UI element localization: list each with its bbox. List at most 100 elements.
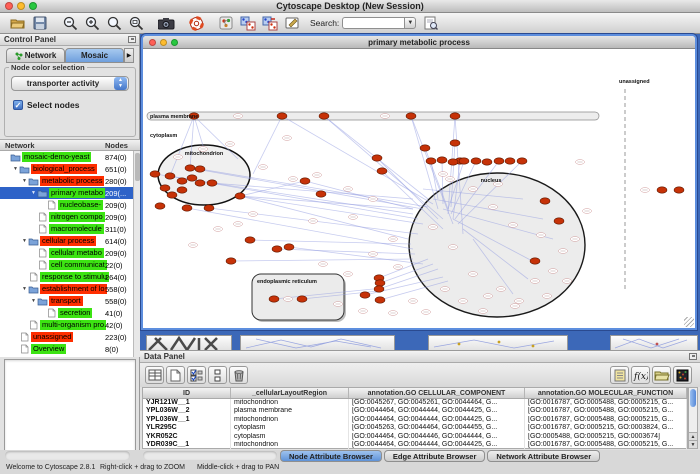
network-node[interactable] xyxy=(297,296,307,302)
network-node[interactable] xyxy=(420,145,430,151)
network-node[interactable] xyxy=(235,193,245,199)
expander-icon[interactable]: ▼ xyxy=(30,298,37,304)
expander-icon[interactable]: ▼ xyxy=(12,166,19,172)
tree-row[interactable]: Overview8(0) xyxy=(0,343,133,355)
tab-network[interactable]: Network xyxy=(6,48,65,63)
network-node[interactable] xyxy=(284,244,294,250)
expander-icon[interactable]: ▼ xyxy=(21,178,28,184)
background-window[interactable] xyxy=(610,335,698,351)
tree-row[interactable]: mosaic-demo-yeast874(0) xyxy=(0,151,133,163)
tree-row[interactable]: response to stimulu264(0) xyxy=(0,271,133,283)
network-node[interactable] xyxy=(372,155,382,161)
scroll-up-button[interactable]: ▲ xyxy=(689,432,697,440)
column-header[interactable]: _cellularLayoutRegion xyxy=(231,388,349,398)
attribute-table-button[interactable] xyxy=(145,366,164,384)
network-node[interactable] xyxy=(505,158,515,164)
notes-button[interactable] xyxy=(610,366,629,384)
network-node[interactable] xyxy=(375,280,385,286)
network-node[interactable] xyxy=(448,159,458,165)
tree-row[interactable]: ▼biological_process651(0) xyxy=(0,163,133,175)
network-node[interactable] xyxy=(375,297,385,303)
attribute-table-header[interactable]: ID_cellularLayoutRegionannotation.GO CEL… xyxy=(143,388,687,399)
network-node[interactable] xyxy=(167,192,177,198)
network-node[interactable] xyxy=(187,175,197,181)
network-node[interactable] xyxy=(540,198,550,204)
network-node[interactable] xyxy=(226,258,236,264)
network-node[interactable] xyxy=(674,187,684,193)
network-node[interactable] xyxy=(426,158,436,164)
network-canvas[interactable]: plasma membranecytoplasmmitochondrionnuc… xyxy=(143,49,695,328)
network-node[interactable] xyxy=(319,113,329,119)
save-session-button[interactable] xyxy=(30,14,50,32)
column-header[interactable]: ID xyxy=(143,388,231,398)
network-edge[interactable] xyxy=(250,240,411,244)
open-file-button[interactable] xyxy=(8,14,28,32)
network-node[interactable] xyxy=(204,205,214,211)
tree-row[interactable]: cellular metabo209(0) xyxy=(0,247,133,259)
background-window[interactable] xyxy=(240,335,395,351)
tree-row[interactable]: nucleobase-209(0) xyxy=(0,199,133,211)
tree-row[interactable]: cell communicat22(0) xyxy=(0,259,133,271)
resize-grip[interactable] xyxy=(684,317,694,327)
attribute-browser-tab[interactable]: Network Attribute Browser xyxy=(487,450,600,462)
network-node[interactable] xyxy=(437,157,447,163)
network-edge[interactable] xyxy=(289,247,423,264)
network-node[interactable] xyxy=(374,286,384,292)
float-panel-icon[interactable] xyxy=(128,36,136,43)
delete-attribute-button[interactable] xyxy=(229,366,248,384)
float-panel-icon[interactable] xyxy=(689,353,697,360)
tree-row[interactable]: ▼cellular process614(0) xyxy=(0,235,133,247)
create-view-button[interactable] xyxy=(238,14,258,32)
tree-row[interactable]: macromolecule311(0) xyxy=(0,223,133,235)
network-node[interactable] xyxy=(269,296,279,302)
network-view-window[interactable]: primary metabolic process plasma membran… xyxy=(141,34,697,330)
network-node[interactable] xyxy=(245,237,255,243)
background-window[interactable] xyxy=(428,335,568,351)
tree-row[interactable]: nitrogen compo209(0) xyxy=(0,211,133,223)
search-dropdown-button[interactable]: ▼ xyxy=(404,17,416,29)
tab-overflow-button[interactable]: ▶ xyxy=(124,48,134,63)
destroy-view-button[interactable] xyxy=(260,14,280,32)
expander-icon[interactable]: ▼ xyxy=(21,286,28,292)
scrollbar-thumb[interactable] xyxy=(690,389,696,407)
network-node[interactable] xyxy=(177,187,187,193)
annotation-button[interactable] xyxy=(282,14,302,32)
tree-row[interactable]: ▼primary metabo209(... xyxy=(0,187,133,199)
network-node[interactable] xyxy=(517,158,527,164)
formula-builder-button[interactable]: f(x) xyxy=(631,366,650,384)
zoom-selected-button[interactable] xyxy=(126,14,146,32)
table-scrollbar[interactable]: ▲ ▼ xyxy=(688,387,698,449)
advanced-search-button[interactable] xyxy=(421,14,441,32)
network-edge[interactable] xyxy=(277,249,415,254)
tree-row[interactable]: ▼establishment of lo558(0) xyxy=(0,283,133,295)
network-node[interactable] xyxy=(450,113,460,119)
import-attributes-button[interactable] xyxy=(652,366,671,384)
network-node[interactable] xyxy=(530,258,540,264)
table-row[interactable]: YPL036W__2plasma membrane[GO:0044464, GO… xyxy=(143,407,687,415)
network-node[interactable] xyxy=(150,171,160,177)
network-node[interactable] xyxy=(377,168,387,174)
network-node[interactable] xyxy=(554,218,564,224)
network-node[interactable] xyxy=(155,203,165,209)
network-node[interactable] xyxy=(195,180,205,186)
tab-mosaic[interactable]: Mosaic xyxy=(65,48,124,63)
zoom-out-button[interactable] xyxy=(60,14,80,32)
expander-icon[interactable]: ▼ xyxy=(21,238,28,244)
search-input[interactable] xyxy=(342,17,404,29)
network-node[interactable] xyxy=(177,178,187,184)
network-node[interactable] xyxy=(300,178,310,184)
network-node[interactable] xyxy=(277,113,287,119)
network-overview-button[interactable] xyxy=(216,14,236,32)
help-button[interactable] xyxy=(186,14,206,32)
network-node[interactable] xyxy=(165,173,175,179)
column-header[interactable]: annotation.GO MOLECULAR_FUNCTION xyxy=(525,388,687,398)
scroll-down-button[interactable]: ▼ xyxy=(689,440,697,448)
table-row[interactable]: YKR052Ccytoplasm[GO:0044464, GO:0044446,… xyxy=(143,433,687,441)
tree-row[interactable]: ▼transport558(0) xyxy=(0,295,133,307)
attribute-browser-tab[interactable]: Edge Attribute Browser xyxy=(384,450,485,462)
network-node[interactable] xyxy=(360,292,370,298)
tree-row[interactable]: ▼metabolic process280(0) xyxy=(0,175,133,187)
table-row[interactable]: YJR121W__1mitochondrion[GO:0045267, GO:0… xyxy=(143,399,687,407)
select-nodes-checkbox[interactable]: ✓ xyxy=(13,100,23,110)
network-node[interactable] xyxy=(195,166,205,172)
